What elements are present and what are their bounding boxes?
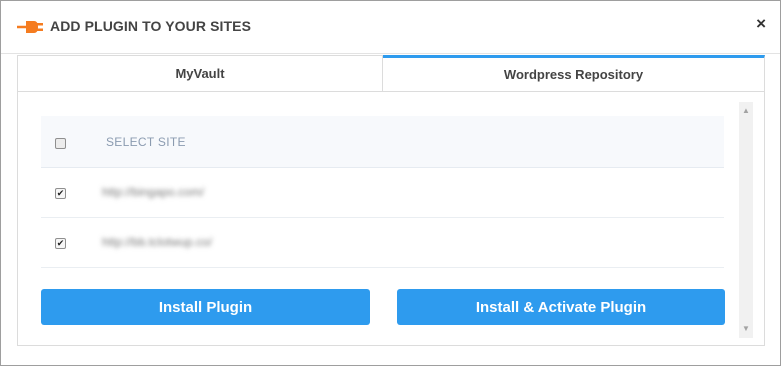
dialog-title: ADD PLUGIN TO YOUR SITES (50, 18, 252, 34)
tab-label: MyVault (175, 66, 225, 81)
site-url: http://bingapo.com/ (102, 185, 205, 199)
close-icon[interactable]: × (756, 15, 766, 32)
tab-label: Wordpress Repository (503, 67, 644, 82)
tab-wordpress-repository[interactable]: Wordpress Repository (383, 55, 765, 92)
site-url: http://bb.tclotwup.co/ (102, 235, 213, 249)
scroll-down-icon[interactable]: ▼ (739, 322, 753, 336)
site-checkbox[interactable]: ✔ (55, 238, 66, 249)
table-row: ✔ http://bb.tclotwup.co/ (41, 218, 724, 268)
site-checkbox[interactable]: ✔ (55, 188, 66, 199)
select-all-checkbox[interactable] (55, 138, 66, 149)
plug-icon (17, 18, 43, 36)
add-plugin-dialog: ADD PLUGIN TO YOUR SITES × MyVault Wordp… (0, 0, 781, 366)
table-header-row: SELECT SITE (41, 116, 724, 168)
scrollbar[interactable]: ▲ ▼ (739, 102, 753, 338)
tab-myvault[interactable]: MyVault (17, 55, 383, 92)
install-plugin-button[interactable]: Install Plugin (41, 289, 370, 325)
site-table: SELECT SITE ✔ http://bingapo.com/ ✔ http… (41, 116, 724, 268)
table-row: ✔ http://bingapo.com/ (41, 168, 724, 218)
install-activate-plugin-button[interactable]: Install & Activate Plugin (397, 289, 725, 325)
dialog-header: ADD PLUGIN TO YOUR SITES × (1, 1, 780, 54)
source-tabs: MyVault Wordpress Repository (17, 55, 765, 92)
scroll-up-icon[interactable]: ▲ (739, 104, 753, 118)
column-header-select-site: SELECT SITE (106, 135, 186, 149)
